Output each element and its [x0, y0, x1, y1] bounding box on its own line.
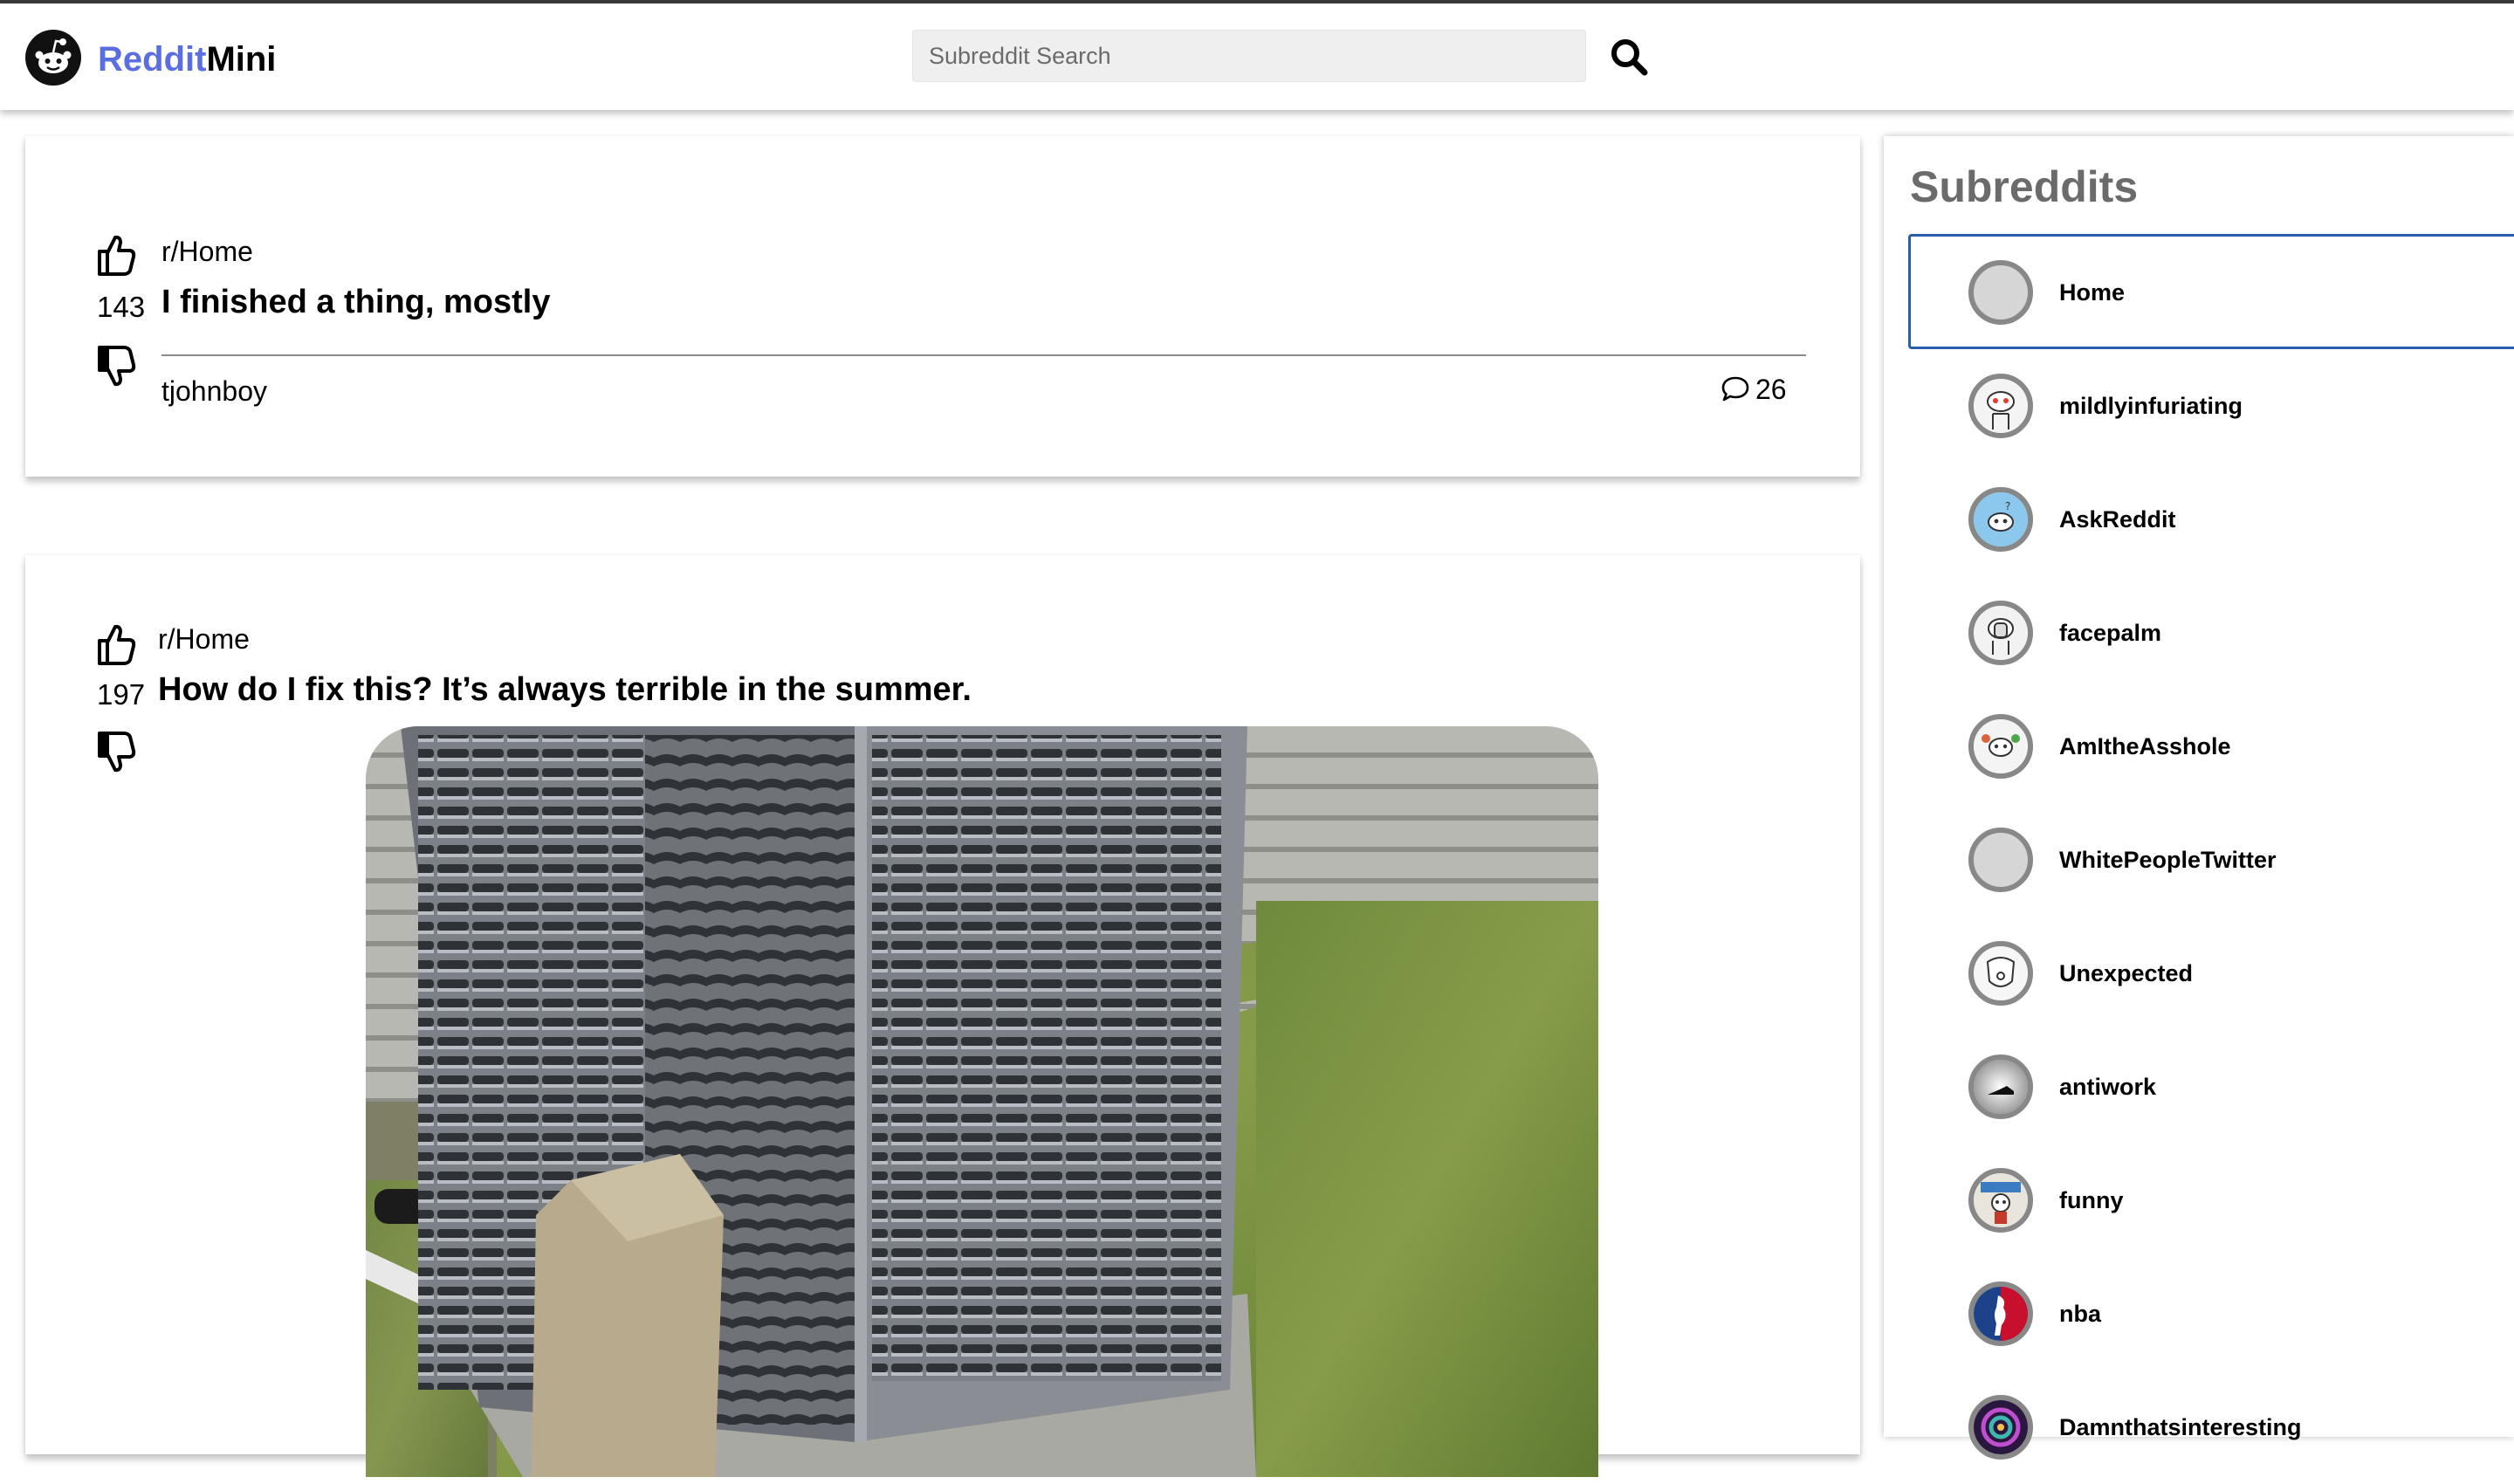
subreddit-avatar	[1968, 374, 2033, 438]
thumbs-down-icon[interactable]	[95, 344, 137, 389]
ac-unit-photo	[366, 726, 1598, 1477]
reddit-logo-icon[interactable]	[25, 30, 81, 86]
sidebar-item-label: antiwork	[2059, 1074, 2157, 1100]
search-icon[interactable]	[1609, 37, 1649, 77]
sidebar-item-label: Home	[2059, 279, 2126, 306]
sidebar-item-label: mildlyinfuriating	[2059, 393, 2243, 419]
sidebar-item-home[interactable]: Home	[1908, 234, 2514, 349]
post-title[interactable]: I finished a thing, mostly	[161, 281, 550, 323]
subreddit-search-input[interactable]	[912, 30, 1586, 82]
sidebar-item-label: nba	[2059, 1301, 2102, 1327]
sidebar-item-facepalm[interactable]: facepalm	[1908, 574, 2514, 690]
post-author[interactable]: tjohnboy	[161, 374, 267, 409]
snoo-judge-icon	[1974, 719, 2028, 773]
sidebar-item-label: Unexpected	[2059, 960, 2194, 986]
post-score: 143	[97, 291, 146, 323]
thumbs-up-icon[interactable]	[95, 232, 137, 278]
subreddits-sidebar: Subreddits Home mildlyinfuriating ? AskR…	[1884, 136, 2514, 1460]
subreddit-avatar	[1968, 1168, 2033, 1233]
sidebar-item-antiwork[interactable]: antiwork	[1908, 1028, 2514, 1144]
comment-count: 26	[1755, 374, 1787, 405]
subreddit-avatar: ?	[1968, 487, 2033, 552]
sidebar-item-damnthatsinteresting[interactable]: Damnthatsinteresting	[1908, 1369, 2514, 1484]
subreddit-avatar	[1968, 601, 2033, 665]
sidebar-item-nba[interactable]: nba	[1908, 1255, 2514, 1371]
snoo-question-icon: ?	[1974, 492, 2028, 546]
sidebar-item-amitheasshole[interactable]: AmItheAsshole	[1908, 688, 2514, 803]
sidebar-item-label: AmItheAsshole	[2059, 733, 2231, 759]
sidebar-item-label: WhitePeopleTwitter	[2059, 847, 2277, 873]
snoo-surprised-icon	[1974, 946, 2028, 1000]
app-brand[interactable]: RedditMini	[98, 35, 276, 84]
sidebar-title: Subreddits	[1910, 162, 2139, 211]
thumbs-down-icon[interactable]	[95, 730, 137, 775]
svg-text:?: ?	[2005, 500, 2010, 512]
brand-accent-text: Reddit	[98, 40, 207, 79]
brand-rest-text: Mini	[206, 40, 277, 79]
sidebar-item-label: funny	[2059, 1187, 2124, 1213]
post-title[interactable]: How do I fix this? It’s always terrible …	[158, 669, 972, 711]
subreddit-avatar	[1968, 1281, 2033, 1346]
subreddit-avatar	[1968, 1395, 2033, 1460]
sidebar-item-askreddit[interactable]: ? AskReddit	[1908, 461, 2514, 576]
nba-logo-icon	[1974, 1287, 2028, 1341]
post-image[interactable]	[366, 726, 1598, 1477]
snoo-funny-icon	[1974, 1173, 2028, 1227]
comment-bubble-icon	[1721, 376, 1749, 402]
antiwork-icon	[1974, 1060, 2028, 1114]
subreddit-avatar	[1968, 941, 2033, 1006]
post-score: 197	[97, 678, 146, 711]
sidebar-item-label: AskReddit	[2059, 506, 2176, 532]
post-subreddit-link[interactable]: r/Home	[158, 622, 250, 656]
subreddit-avatar	[1968, 828, 2033, 892]
post-card: 197 r/Home How do I fix this? It’s alway…	[25, 555, 1860, 1477]
subreddit-avatar	[1968, 1055, 2033, 1119]
post-subreddit-link[interactable]: r/Home	[161, 234, 253, 269]
sidebar-item-unexpected[interactable]: Unexpected	[1908, 915, 2514, 1030]
sidebar-item-whitepeopletwitter[interactable]: WhitePeopleTwitter	[1908, 801, 2514, 917]
thumbs-up-icon[interactable]	[95, 622, 137, 667]
snoo-facepalm-icon	[1974, 606, 2028, 660]
sidebar-item-mildlyinfuriating[interactable]: mildlyinfuriating	[1908, 347, 2514, 463]
post-card: 143 r/Home I finished a thing, mostly tj…	[25, 136, 1860, 477]
subreddit-avatar	[1968, 714, 2033, 779]
post-divider	[161, 354, 1806, 356]
subreddit-avatar	[1968, 260, 2033, 325]
sidebar-item-label: Damnthatsinteresting	[2059, 1414, 2302, 1440]
snoo-angry-icon	[1974, 379, 2028, 433]
sidebar-item-funny[interactable]: funny	[1908, 1142, 2514, 1257]
post-comments-link[interactable]: 26	[1721, 372, 1787, 407]
top-navbar: RedditMini	[0, 3, 2514, 110]
swirl-icon	[1974, 1400, 2028, 1454]
sidebar-item-label: facepalm	[2059, 620, 2162, 646]
